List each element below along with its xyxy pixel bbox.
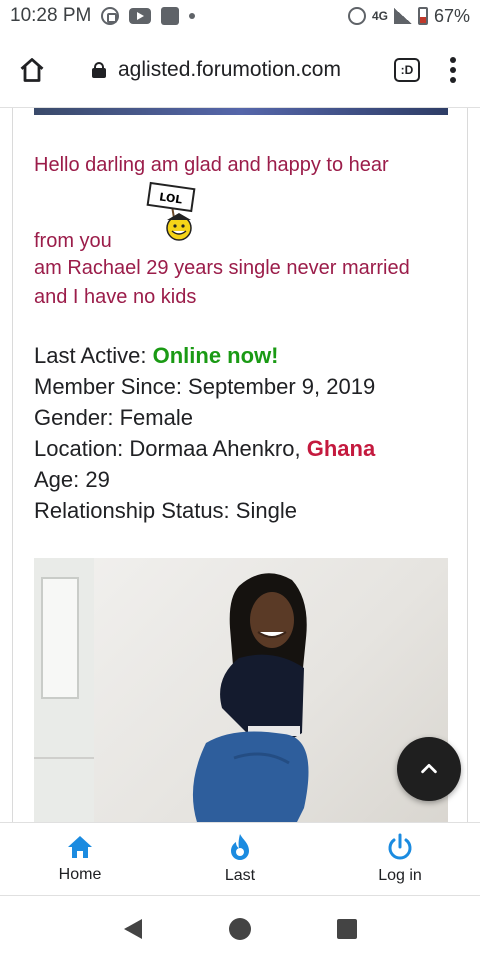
nav-home[interactable]: Home (0, 823, 160, 895)
status-time: 10:28 PM (10, 5, 92, 26)
status-left: 10:28 PM (10, 5, 196, 27)
message-line: Hello darling am glad and happy to hear (34, 154, 389, 176)
profile-photo-illustration (34, 558, 309, 822)
notification-dot-icon (189, 13, 196, 19)
lol-smiley-icon: LOL (146, 181, 196, 241)
browser-toolbar: aglisted.forumotion.com :D (0, 32, 480, 108)
nav-last[interactable]: Last (160, 823, 320, 895)
age: Age: 29 (34, 467, 110, 492)
nav-login[interactable]: Log in (320, 823, 480, 895)
profile-photo (34, 558, 448, 822)
top-image (34, 108, 448, 115)
profile-info: Last Active: Online now! Member Since: S… (34, 340, 375, 526)
member-since: Member Since: September 9, 2019 (34, 374, 376, 399)
bottom-nav: Home Last Log in (0, 822, 480, 896)
scroll-to-top-button[interactable] (397, 737, 461, 801)
tab-switcher-button[interactable]: :D (394, 57, 420, 82)
location-label: Location: Dormaa Ahenkro, (34, 436, 307, 461)
home-circle-icon[interactable] (228, 917, 252, 941)
system-navigation (0, 897, 480, 960)
chevron-up-icon (421, 763, 437, 774)
home-icon (68, 836, 92, 858)
post-content: Hello darling am glad and happy to hear … (12, 108, 468, 822)
whatsapp-icon (101, 7, 120, 25)
nav-last-label: Last (224, 867, 256, 884)
youtube-icon (129, 8, 152, 24)
last-active-row: Last Active: Online now! (34, 340, 375, 371)
status-bar: 10:28 PM 4G 67% (0, 0, 480, 32)
status-right: 4G 67% (347, 5, 470, 27)
battery-icon (417, 7, 428, 25)
app-icon (161, 7, 180, 25)
last-active-label: Last Active: (34, 343, 153, 368)
home-button[interactable] (16, 54, 48, 86)
location-country: Ghana (306, 436, 376, 461)
message-line: from you (34, 230, 112, 252)
nav-home-label: Home (58, 866, 102, 883)
online-status: Online now! (152, 343, 279, 368)
home-icon (20, 57, 44, 82)
url-field[interactable]: aglisted.forumotion.com (118, 58, 341, 82)
message-line: am Rachael 29 years single never married (34, 257, 410, 279)
recents-icon[interactable] (336, 918, 358, 940)
message-line: and I have no kids (34, 286, 197, 308)
menu-icon[interactable] (450, 56, 456, 83)
network-type: 4G (371, 9, 388, 23)
relationship-status: Relationship Status: Single (34, 498, 297, 523)
lock-icon (92, 61, 106, 78)
gender: Gender: Female (34, 405, 193, 430)
alarm-icon (347, 7, 366, 25)
fire-icon (231, 834, 249, 860)
location-row: Location: Dormaa Ahenkro, Ghana (34, 433, 375, 464)
signal-icon (393, 8, 412, 24)
nav-login-label: Log in (378, 867, 422, 884)
back-icon[interactable] (122, 917, 144, 941)
battery-percent: 67% (433, 5, 470, 26)
power-icon (388, 833, 412, 860)
